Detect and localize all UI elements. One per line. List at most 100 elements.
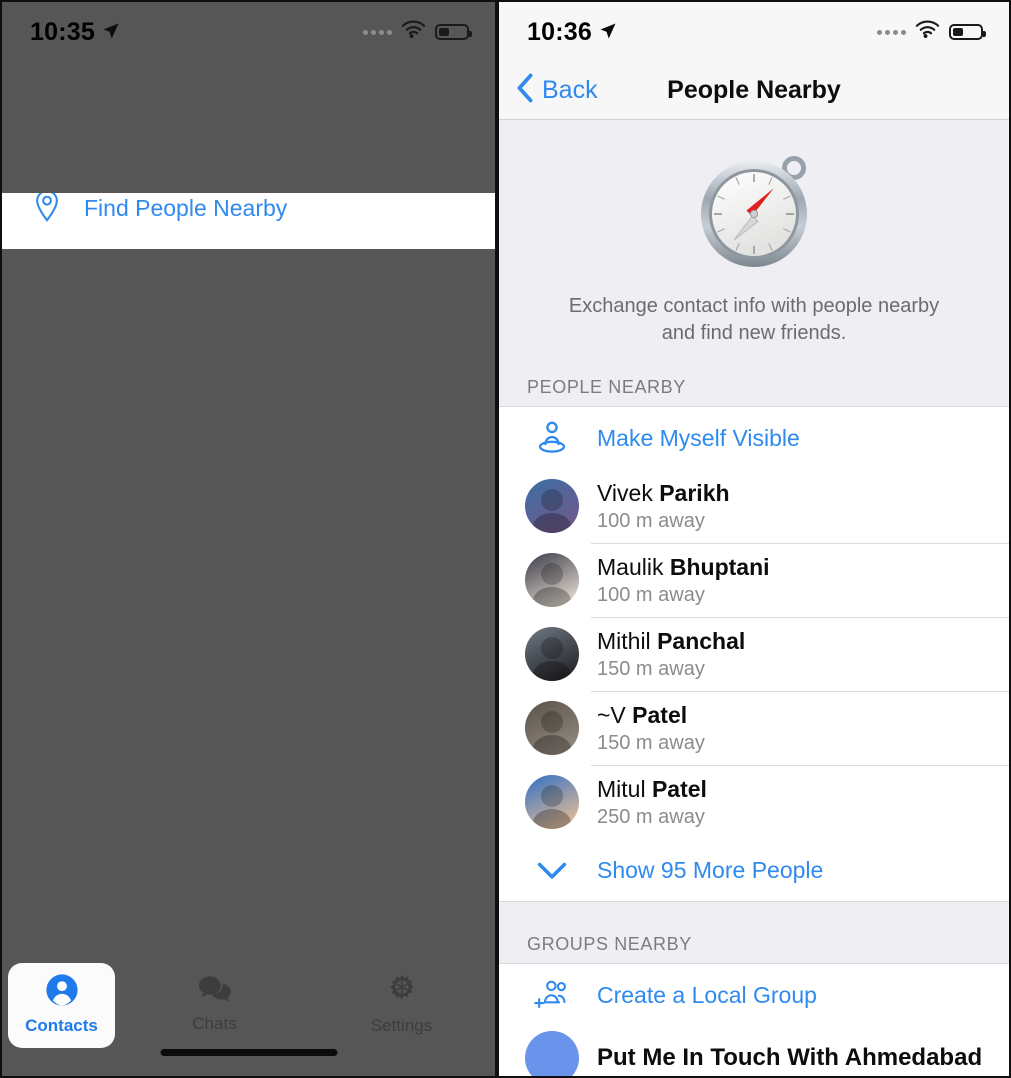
status-time: 10:35 <box>30 17 95 46</box>
right-phone-people-nearby-screen: 10:36 Back People Nearby Exchange contac… <box>497 0 1011 1078</box>
status-bar: 10:35 <box>2 2 495 62</box>
search-input[interactable]: Search <box>16 126 481 166</box>
avatar <box>525 1031 579 1076</box>
hero-section: Exchange contact info with people nearby… <box>499 120 1009 365</box>
people-nearby-section-header: PEOPLE NEARBY <box>527 377 686 397</box>
person-row[interactable]: ~V Patel 150 m away <box>499 691 1009 765</box>
show-more-people-label: Show 95 More People <box>597 856 824 883</box>
person-first-name: Mithil <box>597 627 658 654</box>
search-placeholder: Search <box>229 133 300 158</box>
page-title: Contacts <box>195 76 302 105</box>
compass-icon <box>690 156 818 278</box>
people-list: Vivek Parikh 100 m away Maulik Bhuptani 100… <box>499 469 1009 839</box>
person-distance: 150 m away <box>597 657 705 680</box>
plus-icon[interactable] <box>439 74 473 108</box>
contact-name: Chirag Nayak <box>87 306 230 333</box>
person-distance: 100 m away <box>597 583 705 606</box>
search-container: Search <box>2 120 495 180</box>
contact-row[interactable]: Chirag Nayak online <box>2 297 495 367</box>
contact-row[interactable]: Priyank Raval Social Media last seen 9 ho… <box>2 787 495 857</box>
wifi-icon <box>401 20 426 44</box>
person-first-name: Maulik <box>597 553 670 580</box>
avatar <box>16 305 70 359</box>
contact-row[interactable]: H Harshil Shah Content Writer last seen 2 … <box>2 507 495 577</box>
wifi-icon <box>915 20 940 44</box>
make-myself-visible-row[interactable]: Make Myself Visible <box>499 407 1009 469</box>
person-first-name: Mitul <box>597 775 652 802</box>
person-last-name: Panchal <box>657 627 746 654</box>
contact-name: Monika Jain - Jr SEO <box>87 656 310 683</box>
battery-icon <box>435 24 472 40</box>
hero-description-line1: Exchange contact info with people nearby <box>568 295 940 317</box>
contact-status: last seen 9 hours ago <box>87 756 269 777</box>
contact-name: Sachchidanand Jr. SEO <box>87 446 338 473</box>
contact-row[interactable]: Sachchidanand Jr. SEO last seen 1 hour ag… <box>2 437 495 507</box>
contact-status: online <box>87 336 138 357</box>
avatar: H <box>16 515 70 569</box>
person-distance: 250 m away <box>597 805 705 828</box>
find-people-nearby-row[interactable]: Find People Nearby <box>2 180 495 237</box>
contact-row[interactable]: S Sagar Thakkar Content Writer last seen 1… <box>2 367 495 437</box>
group-add-icon <box>525 978 579 1012</box>
contact-status: last seen 9 hours ago <box>87 896 269 917</box>
create-local-group-row[interactable]: Create a Local Group <box>499 964 1009 1026</box>
tab-settings[interactable]: Settings <box>308 963 495 1036</box>
avatar <box>525 479 579 533</box>
person-texts: Vivek Parikh 100 m away <box>597 480 730 533</box>
location-arrow-icon <box>599 18 617 47</box>
contact-row[interactable]: SB Saurab Brandveda last seen 3 hours ago <box>2 577 495 647</box>
group-name: Put Me In Touch With Ahmedabad <box>597 1044 983 1071</box>
contact-name: Sagar Thakkar Content Writer <box>87 376 400 403</box>
contact-row[interactable]: Aman Seva Service last seen 9 hours ago <box>2 857 495 927</box>
invite-friends-row[interactable]: Invite Friends <box>2 237 495 297</box>
person-first-name: ~V <box>597 701 633 728</box>
contact-texts: Sagar Thakkar Content Writer last seen 16… <box>87 376 400 428</box>
person-distance: 150 m away <box>597 731 705 754</box>
battery-icon <box>949 24 986 40</box>
tab-contacts-label: Contacts <box>25 1016 98 1035</box>
contact-name: Saurab Brandveda <box>87 586 284 613</box>
person-name: Vivek Parikh <box>597 480 730 507</box>
contact-row[interactable]: M Monika Jain - Jr SEO last seen 8 hours a… <box>2 647 495 717</box>
contact-name: Aman Seva Service <box>87 866 295 893</box>
tab-chats-label: Chats <box>192 1014 237 1033</box>
contact-status: last seen 16 minutes ago <box>87 406 299 427</box>
avatar <box>525 701 579 755</box>
person-name: ~V Patel <box>597 702 705 729</box>
contacts-list: Chirag Nayak online S Sagar Thakkar Content… <box>2 297 495 997</box>
contact-texts: My Jio last seen 9 hours ago <box>87 726 269 778</box>
show-more-people-row[interactable]: Show 95 More People <box>499 839 1009 901</box>
create-local-group-label: Create a Local Group <box>597 981 817 1008</box>
contact-status: last seen 8 hours ago <box>87 686 269 707</box>
person-row[interactable]: Maulik Bhuptani 100 m away <box>499 543 1009 617</box>
person-texts: Mitul Patel 250 m away <box>597 776 707 829</box>
person-last-name: Bhuptani <box>669 553 770 580</box>
back-button[interactable]: Back <box>515 73 598 108</box>
tab-contacts[interactable]: Contacts <box>8 963 115 1048</box>
contact-row[interactable]: M My Jio last seen 9 hours ago <box>2 717 495 787</box>
invite-friends-label: Invite Friends <box>86 253 225 280</box>
contact-texts: Saurab Brandveda last seen 3 hours ago <box>87 586 284 638</box>
tab-chats[interactable]: Chats <box>121 963 308 1034</box>
contact-texts: Priyank Raval Social Media last seen 9 ho… <box>87 796 374 848</box>
groups-nearby-card: Create a Local Group Put Me In Touch Wit… <box>499 963 1009 1076</box>
contacts-navbar: Contacts <box>2 62 495 120</box>
person-distance: 100 m away <box>597 509 705 532</box>
location-pin-icon <box>32 189 62 228</box>
person-texts: ~V Patel 150 m away <box>597 702 705 755</box>
status-indicators-right <box>877 20 986 44</box>
person-name: Maulik Bhuptani <box>597 554 770 581</box>
two-phone-screenshot: 10:35 Contacts Search Find People Nearby… <box>0 0 1011 1078</box>
group-row[interactable]: Put Me In Touch With Ahmedabad <box>499 1026 1009 1076</box>
chevron-down-icon <box>525 859 579 881</box>
avatar <box>16 445 70 499</box>
person-row[interactable]: Mitul Patel 250 m away <box>499 765 1009 839</box>
person-row[interactable]: Vivek Parikh 100 m away <box>499 469 1009 543</box>
person-row[interactable]: Mithil Panchal 150 m away <box>499 617 1009 691</box>
avatar <box>525 775 579 829</box>
contact-texts: Monika Jain - Jr SEO last seen 8 hours ag… <box>87 656 310 708</box>
avatar <box>16 865 70 919</box>
person-first-name: Vivek <box>597 479 660 506</box>
person-last-name: Parikh <box>659 479 730 506</box>
status-time-group: 10:35 <box>30 18 120 47</box>
